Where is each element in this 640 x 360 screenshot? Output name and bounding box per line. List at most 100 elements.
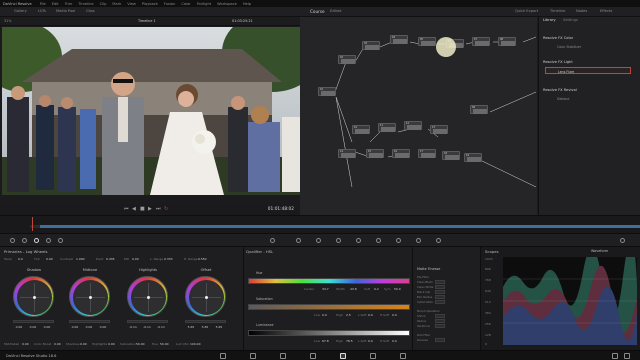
magic-mask-icon[interactable]: [356, 238, 361, 243]
midtone-val-g[interactable]: 0.00: [84, 325, 94, 329]
offset-val-b[interactable]: 5.65: [214, 325, 224, 329]
3d-icon[interactable]: [436, 238, 441, 243]
lummix-value[interactable]: 100.00: [190, 342, 201, 346]
node[interactable]: 02: [338, 55, 356, 64]
media-page-icon[interactable]: [220, 353, 226, 359]
node[interactable]: 04: [390, 35, 408, 44]
highlights-val-b[interactable]: -0.11: [156, 325, 166, 329]
highlights-val-g[interactable]: -0.11: [142, 325, 152, 329]
lum-high-value[interactable]: 78.5: [346, 339, 353, 343]
node[interactable]: 12: [404, 121, 422, 130]
hue-range-bar[interactable]: [248, 278, 410, 284]
sat-high-value[interactable]: 2.5: [346, 313, 351, 317]
hrange-value[interactable]: 0.550: [198, 257, 207, 261]
menu-clip[interactable]: Clip: [100, 2, 107, 6]
scopes-icon[interactable]: [620, 238, 625, 243]
timeline-name[interactable]: Timeline 1: [138, 19, 156, 23]
node[interactable]: 10: [352, 125, 370, 134]
shadow-val-r[interactable]: 0.00: [14, 325, 24, 329]
node[interactable]: 16: [392, 149, 410, 158]
section-resolve-fx-light[interactable]: Resolve FX Light: [543, 60, 573, 64]
matte-value-field[interactable]: [435, 280, 445, 284]
matte-value-field[interactable]: [435, 295, 445, 299]
color-wheels-icon[interactable]: [34, 238, 39, 243]
shadows-value[interactable]: 0.00: [80, 342, 87, 346]
fx-deband[interactable]: Deband: [545, 95, 631, 102]
saturation-value[interactable]: 50.00: [136, 342, 145, 346]
colorboost-value[interactable]: 0.00: [54, 342, 61, 346]
color-page-icon[interactable]: [340, 353, 346, 359]
tracker-icon[interactable]: [336, 238, 341, 243]
lrange-value[interactable]: 0.333: [164, 257, 173, 261]
lum-lsoft-value[interactable]: 0.0: [368, 339, 373, 343]
matte-value-field[interactable]: [435, 290, 445, 294]
home-icon[interactable]: [612, 353, 618, 359]
loop-icon[interactable]: ↻: [164, 207, 168, 212]
offset-master-slider[interactable]: [185, 320, 226, 323]
edit-page-icon[interactable]: [280, 353, 286, 359]
sat-low-value[interactable]: 0.0: [322, 313, 327, 317]
highlights-master-slider[interactable]: [127, 320, 168, 323]
matte-value-field[interactable]: [435, 324, 445, 328]
deliver-page-icon[interactable]: [400, 353, 406, 359]
node[interactable]: 19: [464, 153, 482, 162]
menu-file[interactable]: File: [40, 2, 46, 6]
timeline-clip[interactable]: [40, 225, 640, 228]
media-pool-button[interactable]: Media Pool: [56, 9, 75, 13]
lum-low-value[interactable]: 67.8: [322, 339, 329, 343]
node[interactable]: 03: [362, 41, 380, 50]
hue-center-value[interactable]: 34.7: [322, 287, 329, 291]
menu-timeline[interactable]: Timeline: [78, 2, 93, 6]
wheel-handle[interactable]: [205, 296, 208, 299]
timeline-toggle[interactable]: Timeline: [550, 9, 565, 13]
node[interactable]: 15: [366, 149, 384, 158]
key-icon[interactable]: [396, 238, 401, 243]
matte-value-field[interactable]: [435, 314, 445, 318]
lum-hsoft-value[interactable]: 0.0: [392, 339, 397, 343]
node[interactable]: 13: [430, 125, 448, 134]
pivot-value[interactable]: 0.435: [106, 257, 115, 261]
hue-soft-value[interactable]: 0.2: [374, 287, 379, 291]
shadow-val-b[interactable]: 0.00: [42, 325, 52, 329]
sat-lsoft-value[interactable]: 0.0: [368, 313, 373, 317]
effects-toggle[interactable]: Effects: [600, 9, 612, 13]
wheel-handle[interactable]: [33, 296, 36, 299]
node[interactable]: 17: [418, 149, 436, 158]
wheel-handle[interactable]: [147, 296, 150, 299]
scope-mode-dropdown[interactable]: Waveform: [591, 249, 608, 253]
node[interactable]: 01: [318, 87, 336, 96]
menu-view[interactable]: View: [127, 2, 136, 6]
luminance-range-bar[interactable]: [248, 330, 410, 336]
settings-tab[interactable]: Settings: [563, 18, 578, 22]
midtone-val-b[interactable]: 0.00: [98, 325, 108, 329]
color-match-icon[interactable]: [22, 238, 27, 243]
node[interactable]: 05: [418, 37, 436, 46]
nodes-toggle[interactable]: Nodes: [576, 9, 587, 13]
temp-value[interactable]: 0.0: [18, 257, 23, 261]
viewer[interactable]: [2, 27, 300, 195]
wheel-handle[interactable]: [89, 296, 92, 299]
stop-icon[interactable]: ■: [140, 207, 145, 212]
mini-timeline[interactable]: [0, 215, 640, 233]
matte-value-field[interactable]: [435, 338, 445, 342]
tint-value[interactable]: 0.00: [46, 257, 53, 261]
skip-start-icon[interactable]: ⏮: [124, 207, 129, 212]
contrast-value[interactable]: 1.000: [76, 257, 85, 261]
midtone-wheel[interactable]: [69, 276, 110, 317]
menu-fairlight[interactable]: Fairlight: [197, 2, 211, 6]
node-editor[interactable]: 01 02 03 04 05 06 07 08 09 10 11 12 13 1…: [300, 17, 537, 215]
highlights-val-r[interactable]: -0.11: [128, 325, 138, 329]
offset-val-g[interactable]: 5.65: [200, 325, 210, 329]
menu-edit[interactable]: Edit: [52, 2, 59, 6]
hue-width-value[interactable]: 43.8: [350, 287, 357, 291]
node[interactable]: 14: [338, 149, 356, 158]
motion-effects-icon[interactable]: [58, 238, 63, 243]
highlights-wheel[interactable]: [127, 276, 168, 317]
menu-playback[interactable]: Playback: [142, 2, 158, 6]
fx-color-stabilizer[interactable]: Color Stabilizer: [545, 43, 631, 50]
node[interactable]: 11: [378, 123, 396, 132]
fusion-page-icon[interactable]: [310, 353, 316, 359]
fx-lens-flare[interactable]: Lens Flare: [545, 67, 631, 74]
menu-fusion[interactable]: Fusion: [164, 2, 176, 6]
fairlight-page-icon[interactable]: [370, 353, 376, 359]
